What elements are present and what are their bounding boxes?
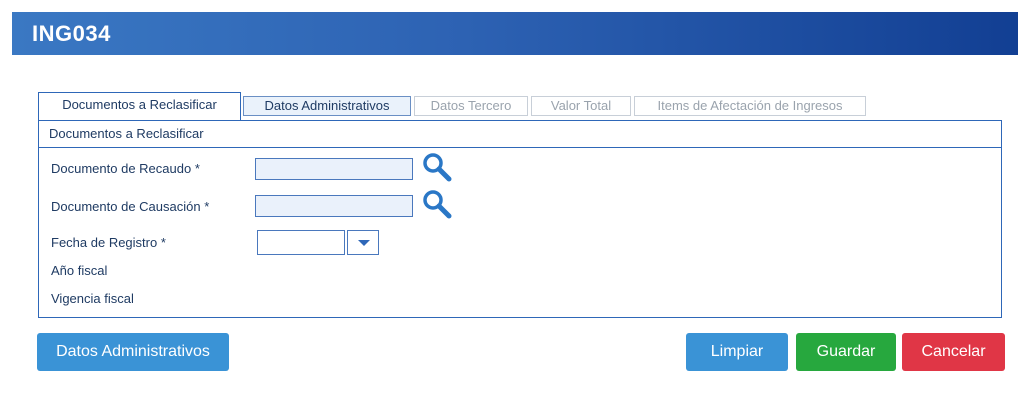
tab-bar: Documentos a Reclasificar Datos Administ… [38,92,868,120]
documento-causacion-input[interactable] [255,195,413,217]
page-title: ING034 [12,12,1018,55]
guardar-button[interactable]: Guardar [796,333,896,371]
anio-fiscal-label: Año fiscal [51,263,108,278]
tab-documentos-a-reclasificar[interactable]: Documentos a Reclasificar [38,92,241,120]
documento-recaudo-label: Documento de Recaudo * [51,161,200,176]
panel-header: Documentos a Reclasificar [39,121,1001,148]
tab-items-de-afectacion-de-ingresos[interactable]: Items de Afectación de Ingresos [634,96,866,116]
search-icon[interactable] [421,151,455,185]
documentos-panel: Documentos a Reclasificar Documento de R… [38,120,1002,318]
fecha-registro-label: Fecha de Registro * [51,235,166,250]
documento-causacion-label: Documento de Causación * [51,199,210,214]
search-icon[interactable] [421,188,455,222]
chevron-down-icon[interactable] [347,230,379,255]
cancelar-button[interactable]: Cancelar [902,333,1005,371]
limpiar-button[interactable]: Limpiar [686,333,788,371]
vigencia-fiscal-label: Vigencia fiscal [51,291,134,306]
documento-recaudo-input[interactable] [255,158,413,180]
tab-datos-tercero[interactable]: Datos Tercero [414,96,528,116]
tab-valor-total[interactable]: Valor Total [531,96,631,116]
tab-datos-administrativos[interactable]: Datos Administrativos [243,96,411,116]
datos-administrativos-button[interactable]: Datos Administrativos [37,333,229,371]
fecha-registro-input[interactable] [257,230,345,255]
